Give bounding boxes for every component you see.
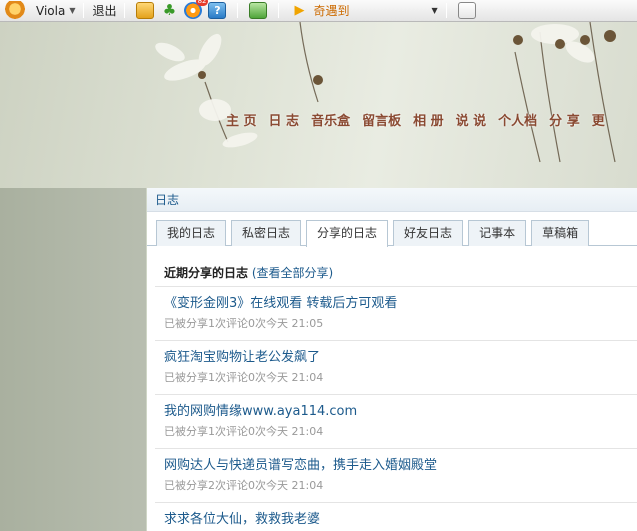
tab-shared-blog[interactable]: 分享的日志 xyxy=(306,220,389,247)
help-icon[interactable]: ? xyxy=(208,2,227,19)
nav-profile[interactable]: 个人档 xyxy=(498,110,537,129)
divider xyxy=(445,3,447,18)
tab-drafts[interactable]: 草稿箱 xyxy=(531,220,590,246)
blog-panel: 日志 我的日志 私密日志 分享的日志 好友日志 记事本 草稿箱 近期分享的日志 … xyxy=(146,188,637,531)
panel-title: 日志 xyxy=(147,188,637,212)
shared-blog-list: 《变形金刚3》在线观看 转载后方可观看 已被分享1次评论0次今天 21:05 疯… xyxy=(155,286,637,531)
chevron-down-icon[interactable]: ▼ xyxy=(431,6,437,15)
list-item: 求求各位大仙，救救我老婆 xyxy=(155,503,637,531)
nav-share[interactable]: 分 享 xyxy=(549,110,580,129)
nav-talk[interactable]: 说 说 xyxy=(456,110,487,129)
chevron-down-icon: ▼ xyxy=(69,6,76,15)
flower-decoration xyxy=(155,22,616,163)
tab-friends-blog[interactable]: 好友日志 xyxy=(393,220,464,246)
entry-meta: 已被分享1次评论0次今天 21:04 xyxy=(164,371,324,384)
entry-title-link[interactable]: 网购达人与快递员谱写恋曲，携手走入婚姻殿堂 xyxy=(164,457,637,475)
notification-badge: 82 xyxy=(195,0,209,6)
entry-meta: 已被分享1次评论0次今天 21:05 xyxy=(164,317,324,330)
view-all-shares-link[interactable]: (查看全部分享) xyxy=(252,266,333,280)
nav-music[interactable]: 音乐盒 xyxy=(311,110,350,129)
edit-note-icon[interactable] xyxy=(457,2,476,19)
user-menu[interactable]: Viola ▼ xyxy=(36,4,75,18)
list-item: 《变形金刚3》在线观看 转载后方可观看 已被分享1次评论0次今天 21:05 xyxy=(155,287,637,341)
divider xyxy=(237,3,239,18)
list-item: 疯狂淘宝购物让老公发飙了 已被分享1次评论0次今天 21:04 xyxy=(155,341,637,395)
play-icon[interactable]: ▶ xyxy=(290,2,308,19)
entry-title-link[interactable]: 求求各位大仙，救救我老婆 xyxy=(164,511,637,529)
nav-more[interactable]: 更 xyxy=(592,110,605,129)
entry-meta: 已被分享2次评论0次今天 21:04 xyxy=(164,479,324,492)
nav-home[interactable]: 主 页 xyxy=(226,110,257,129)
tab-private-blog[interactable]: 私密日志 xyxy=(231,220,302,246)
qzone-icon[interactable]: 82 xyxy=(184,0,209,19)
logout-button[interactable]: 退出 xyxy=(92,2,116,19)
main-nav: 主 页 日 志 音乐盒 留言板 相 册 说 说 个人档 分 享 更 xyxy=(226,110,605,129)
divider xyxy=(83,3,85,18)
nav-album[interactable]: 相 册 xyxy=(413,110,444,129)
tab-notepad[interactable]: 记事本 xyxy=(468,220,527,246)
qq-penguin-icon[interactable] xyxy=(4,0,26,21)
nav-guestbook[interactable]: 留言板 xyxy=(362,110,401,129)
list-item: 网购达人与快递员谱写恋曲，携手走入婚姻殿堂 已被分享2次评论0次今天 21:04 xyxy=(155,449,637,503)
entry-title-link[interactable]: 我的网购情缘www.aya114.com xyxy=(164,403,637,421)
top-toolbar: Viola ▼ 退出 ♣ 82 ? ▶ 奇遇到 ▼ xyxy=(0,0,637,22)
username: Viola xyxy=(36,3,66,18)
nav-blog[interactable]: 日 志 xyxy=(269,110,300,129)
list-item: 我的网购情缘www.aya114.com 已被分享1次评论0次今天 21:04 xyxy=(155,395,637,449)
clover-icon[interactable]: ♣ xyxy=(160,2,178,19)
enter-icon[interactable] xyxy=(249,2,268,19)
encounter-link[interactable]: 奇遇到 xyxy=(313,2,423,19)
space-banner: 主 页 日 志 音乐盒 留言板 相 册 说 说 个人档 分 享 更 xyxy=(0,22,637,188)
entry-title-link[interactable]: 《变形金刚3》在线观看 转载后方可观看 xyxy=(164,295,637,313)
blog-tabs: 我的日志 私密日志 分享的日志 好友日志 记事本 草稿箱 xyxy=(147,220,637,247)
entry-title-link[interactable]: 疯狂淘宝购物让老公发飙了 xyxy=(164,349,637,367)
entry-meta: 已被分享1次评论0次今天 21:04 xyxy=(164,425,324,438)
message-icon[interactable] xyxy=(136,2,155,19)
divider xyxy=(124,3,126,18)
tab-my-blog[interactable]: 我的日志 xyxy=(156,220,227,246)
divider xyxy=(278,3,280,18)
section-title: 近期分享的日志 xyxy=(164,266,249,280)
section-header: 近期分享的日志 (查看全部分享) xyxy=(147,246,637,286)
